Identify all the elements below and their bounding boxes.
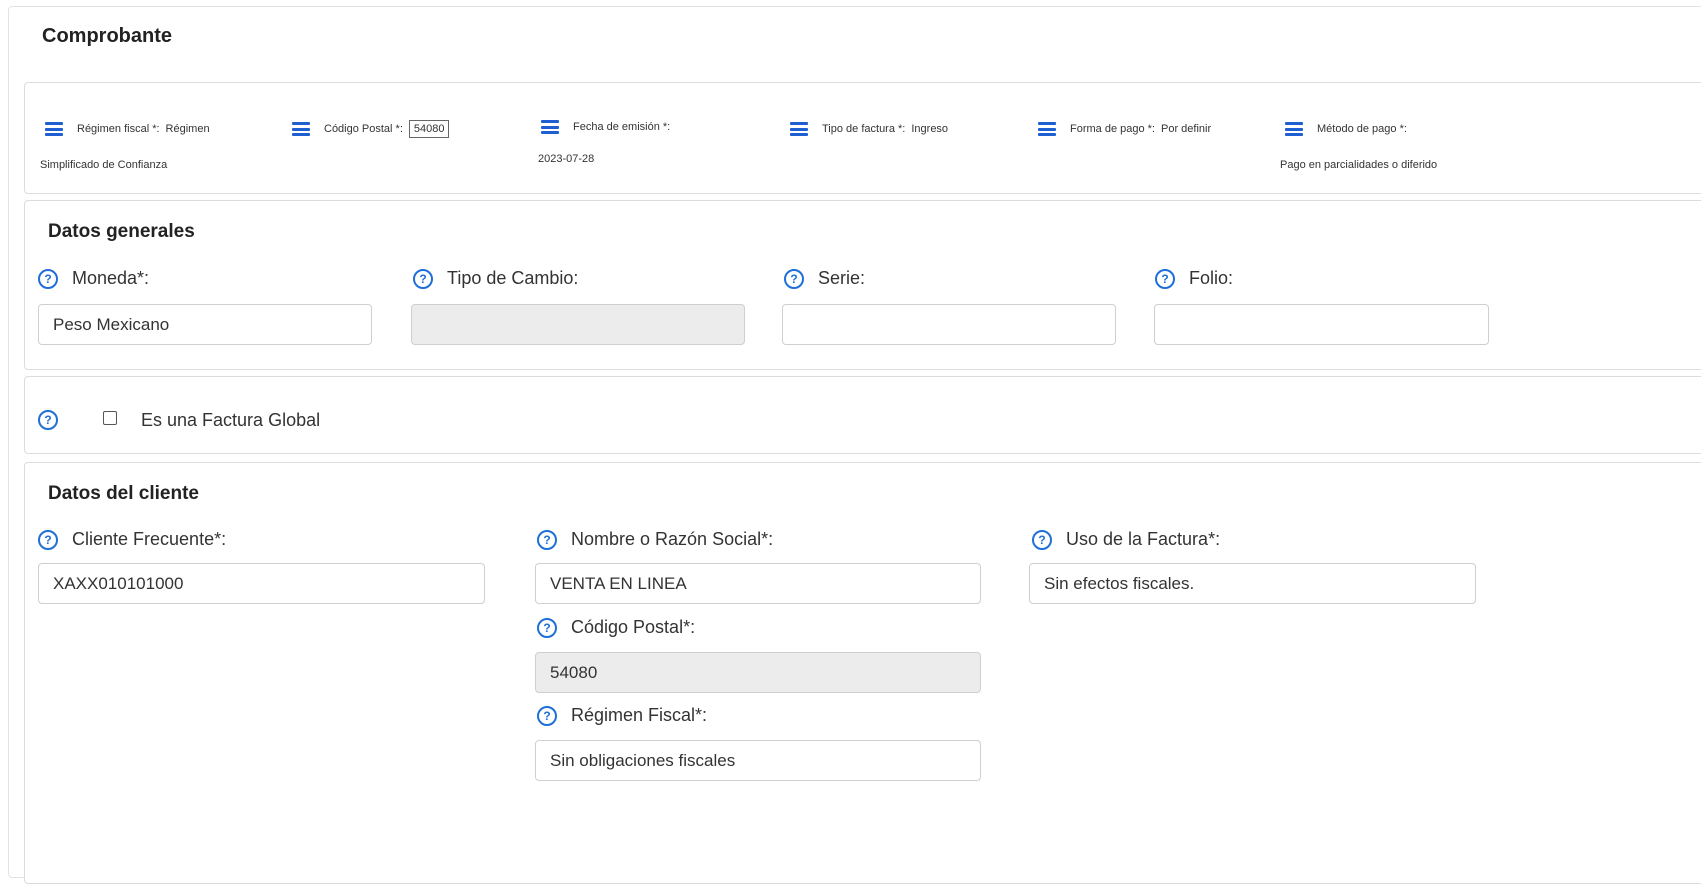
summary-forma-label: Forma de pago *: — [1070, 123, 1155, 135]
factura-global-label: Es una Factura Global — [141, 410, 321, 430]
help-icon[interactable]: ? — [1155, 268, 1175, 289]
help-icon[interactable]: ? — [537, 617, 557, 638]
summary-cp-input[interactable]: 54080 — [408, 120, 450, 138]
comprobante-summary-panel — [24, 82, 1701, 194]
summary-codigo-postal: Código Postal *: 54080 — [292, 120, 450, 138]
regimen-fiscal-field[interactable] — [535, 740, 981, 781]
summary-tipo-label: Tipo de factura *: — [822, 123, 906, 135]
page-title: Comprobante — [42, 25, 172, 47]
summary-forma-value: Por definir — [1161, 123, 1212, 135]
help-icon[interactable]: ? — [784, 268, 804, 289]
menu-icon[interactable] — [45, 122, 63, 136]
summary-regimen-value-cont: Simplificado de Confianza — [40, 159, 168, 171]
help-icon[interactable]: ? — [1032, 529, 1052, 550]
folio-field[interactable] — [1154, 304, 1489, 345]
moneda-label-text: Moneda*: — [72, 268, 150, 288]
help-icon[interactable]: ? — [38, 529, 58, 550]
serie-label: ? Serie: — [784, 268, 865, 289]
moneda-field[interactable] — [38, 304, 372, 345]
folio-label: ? Folio: — [1155, 268, 1233, 289]
codigo-postal-label-text: Código Postal*: — [571, 617, 696, 637]
summary-metodo-pago: Método de pago *: — [1285, 122, 1407, 136]
summary-regimen-label: Régimen fiscal *: — [77, 123, 160, 135]
tipo-cambio-field[interactable] — [411, 304, 745, 345]
help-icon[interactable]: ? — [38, 268, 58, 289]
datos-cliente-heading: Datos del cliente — [48, 483, 199, 504]
help-icon[interactable]: ? — [537, 705, 557, 726]
nombre-label: ? Nombre o Razón Social*: — [537, 529, 773, 550]
summary-regimen: Régimen fiscal *: Régimen — [45, 122, 210, 136]
datos-generales-heading: Datos generales — [48, 221, 195, 242]
summary-metodo-label: Método de pago *: — [1317, 123, 1407, 135]
uso-factura-label: ? Uso de la Factura*: — [1032, 529, 1220, 550]
cliente-frecuente-label: ? Cliente Frecuente*: — [38, 529, 226, 550]
summary-regimen-value: Régimen — [165, 123, 210, 135]
menu-icon[interactable] — [292, 122, 310, 136]
cliente-frecuente-field[interactable] — [38, 563, 485, 604]
menu-icon[interactable] — [541, 120, 559, 134]
nombre-label-text: Nombre o Razón Social*: — [571, 529, 774, 549]
uso-factura-label-text: Uso de la Factura*: — [1066, 529, 1221, 549]
summary-fecha: Fecha de emisión *: — [541, 120, 670, 134]
summary-tipo-factura: Tipo de factura *: Ingreso — [790, 122, 948, 136]
menu-icon[interactable] — [1285, 122, 1303, 136]
help-icon[interactable]: ? — [413, 268, 433, 289]
nombre-field[interactable] — [535, 563, 981, 604]
help-icon[interactable]: ? — [38, 410, 58, 430]
tipo-cambio-label: ? Tipo de Cambio: — [413, 268, 578, 289]
uso-factura-field[interactable] — [1029, 563, 1476, 604]
summary-fecha-label: Fecha de emisión *: — [573, 121, 671, 133]
menu-icon[interactable] — [790, 122, 808, 136]
summary-tipo-value: Ingreso — [911, 123, 949, 135]
menu-icon[interactable] — [1038, 122, 1056, 136]
summary-forma-pago: Forma de pago *: Por definir — [1038, 122, 1211, 136]
regimen-fiscal-label: ? Régimen Fiscal*: — [537, 705, 707, 726]
factura-global-help: ? — [38, 410, 72, 430]
codigo-postal-field[interactable] — [535, 652, 981, 693]
codigo-postal-label: ? Código Postal*: — [537, 617, 695, 638]
serie-label-text: Serie: — [818, 268, 866, 288]
serie-field[interactable] — [782, 304, 1116, 345]
tipo-cambio-label-text: Tipo de Cambio: — [447, 268, 579, 288]
moneda-label: ? Moneda*: — [38, 268, 149, 289]
regimen-fiscal-label-text: Régimen Fiscal*: — [571, 705, 708, 725]
summary-metodo-value: Pago en parcialidades o diferido — [1280, 159, 1438, 171]
summary-fecha-value: 2023-07-28 — [538, 153, 595, 165]
factura-global-checkbox[interactable] — [103, 411, 117, 425]
folio-label-text: Folio: — [1189, 268, 1234, 288]
summary-cp-label: Código Postal *: — [324, 123, 403, 135]
cliente-frecuente-label-text: Cliente Frecuente*: — [72, 529, 227, 549]
help-icon[interactable]: ? — [537, 529, 557, 550]
